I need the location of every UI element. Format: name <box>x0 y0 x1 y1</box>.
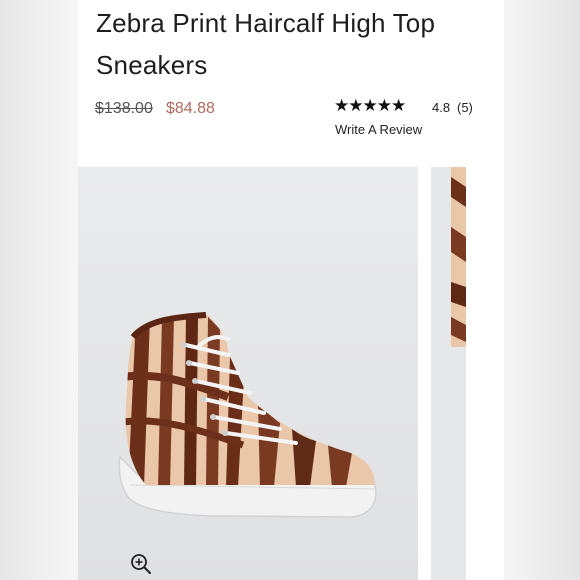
write-review-link[interactable]: Write A Review <box>335 122 422 137</box>
rating-value: 4.8 <box>432 100 451 115</box>
background-right <box>504 0 580 580</box>
product-title: Zebra Print Haircalf High Top Sneakers <box>96 8 436 80</box>
review-count: (5) <box>457 100 473 115</box>
original-price: $138.00 <box>95 100 153 117</box>
sale-price: $84.88 <box>166 100 215 117</box>
sneaker-illustration <box>118 312 377 518</box>
next-image-illustration <box>451 167 466 347</box>
background-left <box>0 0 78 580</box>
zoom-in-icon[interactable] <box>130 553 152 575</box>
star-rating-icon: ★★★★★ <box>334 96 406 115</box>
next-image-preview[interactable] <box>431 167 466 580</box>
product-image[interactable] <box>78 167 418 580</box>
